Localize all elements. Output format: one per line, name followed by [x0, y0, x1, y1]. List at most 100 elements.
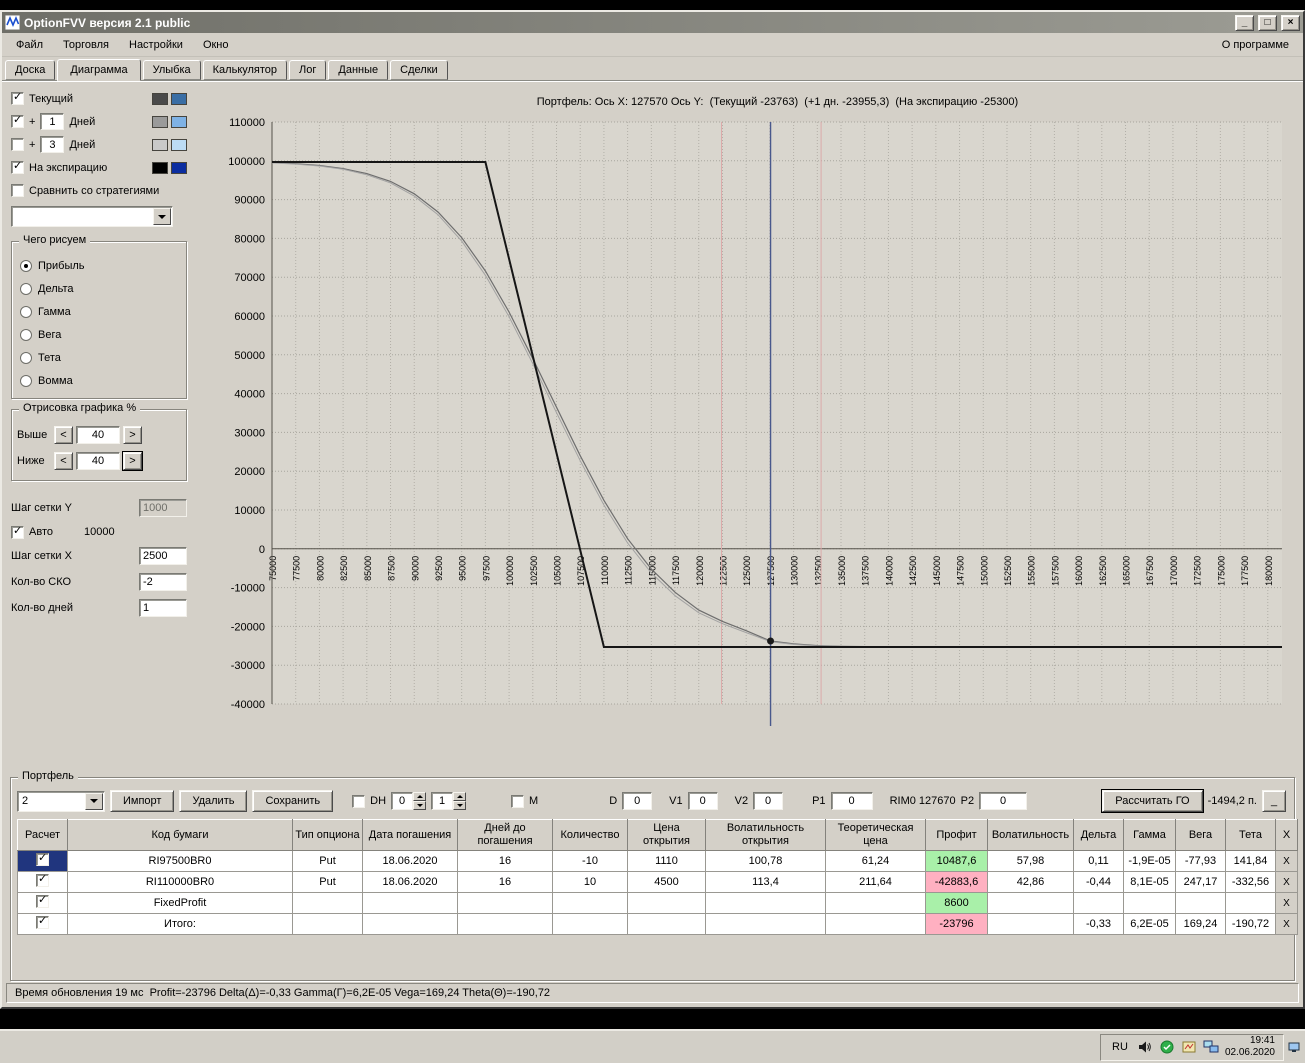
delete-row-button[interactable]: X: [1275, 913, 1298, 935]
close-button[interactable]: ×: [1281, 14, 1300, 31]
table-cell[interactable]: [705, 892, 826, 914]
show-desktop-icon[interactable]: [1288, 1041, 1300, 1053]
p2-input[interactable]: [979, 792, 1028, 810]
maximize-button[interactable]: □: [1258, 14, 1277, 31]
spin-down-button[interactable]: [413, 801, 427, 810]
color-swatch[interactable]: [171, 161, 187, 174]
delete-row-button[interactable]: X: [1275, 892, 1298, 914]
table-cell[interactable]: RI110000BR0: [67, 871, 293, 893]
color-swatch[interactable]: [152, 115, 168, 128]
table-cell[interactable]: [705, 913, 826, 935]
table-cell[interactable]: 61,24: [825, 850, 926, 872]
table-cell[interactable]: 10487,6: [925, 850, 988, 872]
table-cell[interactable]: [552, 913, 628, 935]
table-cell[interactable]: [1175, 892, 1226, 914]
table-cell[interactable]: [292, 913, 363, 935]
table-cell[interactable]: [825, 892, 926, 914]
portfolio-chart[interactable]: -40000 -30000 -20000 -10000 0 10000 20000 30000…: [194, 112, 1294, 764]
row-checkbox[interactable]: [36, 894, 49, 908]
color-swatch[interactable]: [171, 138, 187, 151]
table-cell[interactable]: [362, 913, 458, 935]
sko-input[interactable]: [139, 573, 187, 591]
table-cell[interactable]: [457, 913, 553, 935]
decrease-button[interactable]: <: [54, 452, 73, 470]
table-cell[interactable]: 247,17: [1175, 871, 1226, 893]
m-checkbox[interactable]: [511, 794, 525, 808]
step-x-input[interactable]: [139, 547, 187, 565]
table-cell[interactable]: [362, 892, 458, 914]
table-cell[interactable]: 211,64: [825, 871, 926, 893]
menu-item-1[interactable]: Торговля: [53, 35, 119, 55]
table-cell[interactable]: 169,24: [1175, 913, 1226, 935]
dropdown-button[interactable]: [153, 208, 171, 225]
days-count-input[interactable]: [139, 599, 187, 617]
table-cell[interactable]: -0,44: [1073, 871, 1124, 893]
table-cell[interactable]: -23796: [925, 913, 988, 935]
save-button[interactable]: Сохранить: [252, 790, 334, 812]
dh-spin1-input[interactable]: [391, 792, 414, 810]
table-cell[interactable]: 0,11: [1073, 850, 1124, 872]
tab-1[interactable]: Диаграмма: [57, 59, 141, 81]
series-days-input[interactable]: [40, 113, 65, 130]
radio-button[interactable]: [20, 374, 32, 387]
table-cell[interactable]: -332,56: [1225, 871, 1276, 893]
color-swatch[interactable]: [152, 92, 168, 105]
spin-down-button[interactable]: [453, 801, 467, 810]
color-swatch[interactable]: [152, 138, 168, 151]
table-cell[interactable]: [552, 892, 628, 914]
series-days-input[interactable]: [40, 136, 65, 153]
table-cell[interactable]: [1123, 892, 1176, 914]
table-cell[interactable]: -77,93: [1175, 850, 1226, 872]
table-cell[interactable]: 57,98: [987, 850, 1074, 872]
tab-6[interactable]: Сделки: [390, 60, 448, 80]
table-cell[interactable]: Put: [292, 850, 363, 872]
delete-row-button[interactable]: X: [1275, 871, 1298, 893]
row-check-cell[interactable]: [17, 850, 68, 872]
row-checkbox[interactable]: [36, 915, 49, 929]
radio-button[interactable]: [20, 305, 32, 318]
percent-input[interactable]: [76, 452, 120, 470]
spin-up-button[interactable]: [413, 792, 427, 801]
decrease-button[interactable]: <: [54, 426, 73, 444]
dh-spin2-input[interactable]: [431, 792, 454, 810]
table-cell[interactable]: RI97500BR0: [67, 850, 293, 872]
menu-item-0[interactable]: Файл: [6, 35, 53, 55]
table-cell[interactable]: Put: [292, 871, 363, 893]
titlebar[interactable]: OptionFVV версия 2.1 public _ □ ×: [2, 12, 1303, 33]
table-cell[interactable]: 16: [457, 871, 553, 893]
auto-checkbox[interactable]: [11, 525, 24, 539]
table-cell[interactable]: 1110: [627, 850, 706, 872]
increase-button[interactable]: >: [123, 426, 142, 444]
tab-3[interactable]: Калькулятор: [202, 60, 288, 80]
import-button[interactable]: Импорт: [110, 790, 175, 812]
table-cell[interactable]: 113,4: [705, 871, 826, 893]
table-cell[interactable]: [987, 892, 1074, 914]
color-swatch[interactable]: [171, 92, 187, 105]
spin-up-button[interactable]: [453, 792, 467, 801]
percent-input[interactable]: [76, 426, 120, 444]
table-cell[interactable]: 10: [552, 871, 628, 893]
table-cell[interactable]: [987, 913, 1074, 935]
dh-checkbox[interactable]: [352, 794, 366, 808]
row-check-cell[interactable]: [17, 892, 68, 914]
minimize-button[interactable]: _: [1235, 14, 1254, 31]
table-cell[interactable]: -10: [552, 850, 628, 872]
radio-button[interactable]: [20, 259, 32, 272]
table-cell[interactable]: [627, 913, 706, 935]
tab-0[interactable]: Доска: [5, 60, 56, 80]
series-checkbox[interactable]: [11, 160, 24, 174]
table-cell[interactable]: 4500: [627, 871, 706, 893]
table-cell[interactable]: FixedProfit: [67, 892, 293, 914]
p1-input[interactable]: [830, 792, 873, 810]
table-cell[interactable]: 8,1E-05: [1123, 871, 1176, 893]
table-cell[interactable]: [825, 913, 926, 935]
table-cell[interactable]: Итого:: [67, 913, 293, 935]
chart-tray-icon[interactable]: [1181, 1040, 1197, 1055]
series-checkbox[interactable]: [11, 138, 24, 151]
collapse-button[interactable]: _: [1262, 790, 1286, 812]
radio-button[interactable]: [20, 351, 32, 364]
table-cell[interactable]: [1073, 892, 1124, 914]
table-cell[interactable]: 100,78: [705, 850, 826, 872]
menu-item-about[interactable]: О программе: [1212, 35, 1299, 55]
tab-4[interactable]: Лог: [289, 60, 327, 80]
